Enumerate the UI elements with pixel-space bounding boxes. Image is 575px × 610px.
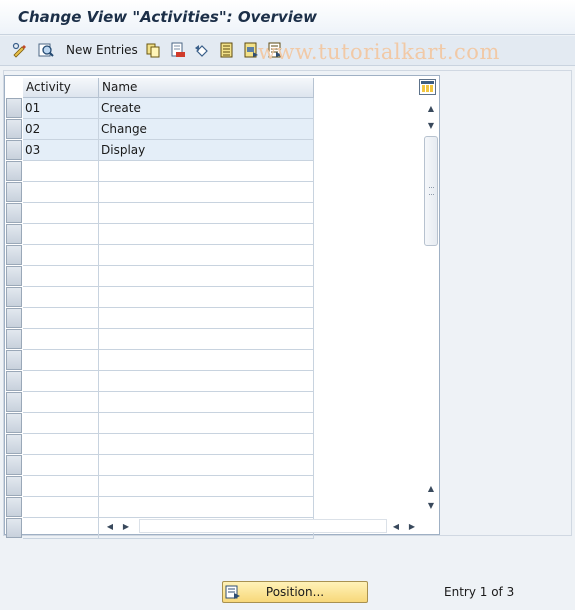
cell-name[interactable] [99, 392, 314, 413]
row-selector[interactable] [6, 329, 22, 349]
cell-activity[interactable] [23, 329, 99, 350]
cell-name[interactable]: Display [99, 140, 314, 161]
entry-counter: Entry 1 of 3 [444, 585, 515, 599]
horizontal-scroll-track[interactable] [139, 519, 387, 533]
row-selector[interactable] [6, 308, 22, 328]
row-selector[interactable] [6, 455, 22, 475]
cell-activity[interactable]: 02 [23, 119, 99, 140]
select-block-icon[interactable] [243, 42, 259, 58]
row-selector[interactable] [6, 497, 22, 517]
cell-activity[interactable] [23, 266, 99, 287]
position-button-label: Position... [265, 585, 325, 599]
application-toolbar: New Entries www.tutorialkart.com [0, 36, 575, 66]
scroll-right-icon[interactable]: ▶ [121, 521, 131, 531]
column-header-name[interactable]: Name [99, 78, 314, 98]
cell-activity[interactable] [23, 455, 99, 476]
page-title: Change View "Activities": Overview [18, 8, 317, 26]
scroll-left-end-icon[interactable]: ◀ [391, 521, 401, 531]
cell-name[interactable] [99, 497, 314, 518]
cell-name[interactable] [99, 371, 314, 392]
cell-activity[interactable] [23, 308, 99, 329]
row-selector[interactable] [6, 224, 22, 244]
cell-name[interactable]: Create [99, 98, 314, 119]
row-selector-column [5, 76, 23, 538]
watermark: www.tutorialkart.com [258, 40, 500, 64]
cell-name[interactable] [99, 203, 314, 224]
scroll-page-up-icon[interactable]: ▲ [426, 483, 436, 493]
cell-activity[interactable] [23, 245, 99, 266]
cell-name[interactable] [99, 182, 314, 203]
new-entries-button[interactable]: New Entries [66, 43, 138, 57]
cell-activity[interactable] [23, 476, 99, 497]
row-selector[interactable] [6, 350, 22, 370]
cell-name[interactable] [99, 455, 314, 476]
cell-name[interactable] [99, 287, 314, 308]
cell-name[interactable] [99, 329, 314, 350]
cell-name[interactable] [99, 245, 314, 266]
cell-activity[interactable] [23, 434, 99, 455]
scroll-page-down-icon[interactable]: ▼ [426, 500, 436, 510]
select-all-icon[interactable] [219, 42, 235, 58]
table-control: Activity Name 01 Create 02 Change 03 Display … [4, 75, 440, 539]
cell-name[interactable] [99, 434, 314, 455]
position-button[interactable]: Position... [222, 581, 368, 603]
row-selector[interactable] [6, 98, 22, 118]
cell-name[interactable]: Change [99, 119, 314, 140]
title-bar: Change View "Activities": Overview [0, 0, 575, 35]
row-selector[interactable] [6, 434, 22, 454]
horizontal-scrollbar[interactable]: ◀ ▶ ◀ ▶ [103, 518, 423, 534]
display-change-icon[interactable] [12, 42, 28, 58]
cell-name[interactable] [99, 266, 314, 287]
cell-activity[interactable] [23, 350, 99, 371]
undo-icon[interactable] [194, 42, 210, 58]
scroll-right-end-icon[interactable]: ▶ [407, 521, 417, 531]
row-selector[interactable] [6, 476, 22, 496]
cell-name[interactable] [99, 308, 314, 329]
row-selector[interactable] [6, 413, 22, 433]
row-selector[interactable] [6, 245, 22, 265]
cell-name[interactable] [99, 476, 314, 497]
cell-name[interactable] [99, 413, 314, 434]
delete-icon[interactable] [170, 42, 186, 58]
cell-activity[interactable] [23, 392, 99, 413]
cell-activity[interactable] [23, 371, 99, 392]
cell-activity[interactable] [23, 182, 99, 203]
column-settings-icon[interactable] [419, 79, 436, 95]
scroll-down-icon[interactable]: ▼ [426, 120, 436, 130]
cell-activity[interactable] [23, 413, 99, 434]
position-icon [225, 584, 241, 600]
row-selector[interactable] [6, 203, 22, 223]
cell-name[interactable] [99, 224, 314, 245]
row-selector[interactable] [6, 518, 22, 538]
cell-activity[interactable] [23, 497, 99, 518]
cell-name[interactable] [99, 350, 314, 371]
row-selector[interactable] [6, 161, 22, 181]
cell-activity[interactable] [23, 203, 99, 224]
row-selector[interactable] [6, 392, 22, 412]
row-selector[interactable] [6, 287, 22, 307]
details-icon[interactable] [38, 42, 54, 58]
row-selector[interactable] [6, 182, 22, 202]
scroll-up-icon[interactable]: ▲ [426, 103, 436, 113]
cell-activity[interactable] [23, 287, 99, 308]
row-selector[interactable] [6, 119, 22, 139]
scroll-left-icon[interactable]: ◀ [105, 521, 115, 531]
scroll-thumb[interactable] [424, 136, 438, 246]
grip-icon [429, 187, 434, 195]
copy-icon[interactable] [145, 42, 161, 58]
row-selector[interactable] [6, 371, 22, 391]
cell-activity[interactable] [23, 161, 99, 182]
column-header-activity[interactable]: Activity [23, 78, 99, 98]
vertical-scrollbar[interactable]: ▲ ▼ ▲ ▼ [423, 78, 439, 514]
row-selector[interactable] [6, 266, 22, 286]
cell-name[interactable] [99, 161, 314, 182]
cell-activity[interactable]: 01 [23, 98, 99, 119]
cell-activity[interactable]: 03 [23, 140, 99, 161]
cell-activity[interactable] [23, 518, 99, 539]
row-selector[interactable] [6, 140, 22, 160]
cell-activity[interactable] [23, 224, 99, 245]
